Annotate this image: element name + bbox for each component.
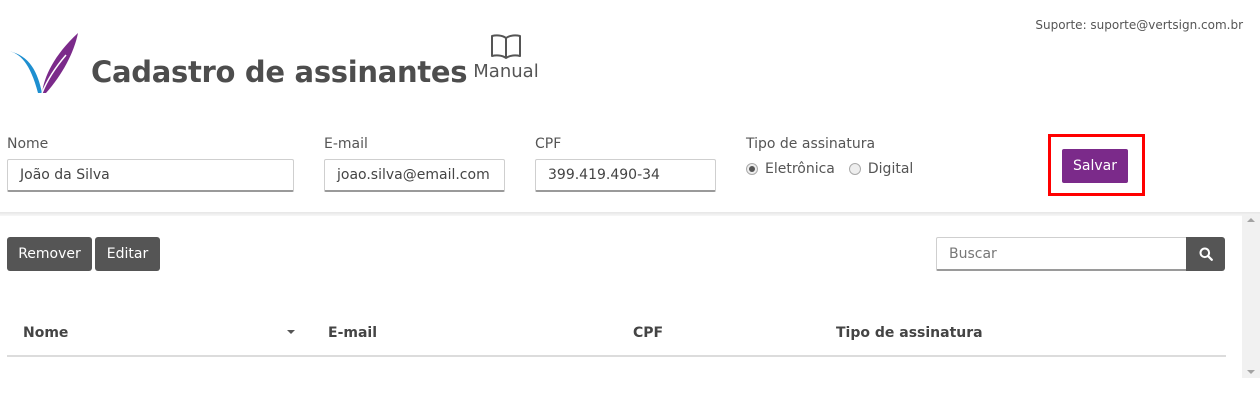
save-button[interactable]: Salvar bbox=[1062, 149, 1128, 183]
remove-button[interactable]: Remover bbox=[7, 237, 92, 271]
radio-checked-icon[interactable] bbox=[746, 163, 758, 175]
column-header-name[interactable]: Nome bbox=[23, 325, 68, 341]
search-input[interactable]: Buscar bbox=[936, 237, 1187, 271]
edit-button[interactable]: Editar bbox=[95, 237, 160, 271]
cpf-input[interactable]: 399.419.490-34 bbox=[535, 159, 716, 192]
scroll-down-icon[interactable] bbox=[1247, 370, 1255, 374]
signature-type-label: Tipo de assinatura bbox=[746, 136, 876, 152]
name-input[interactable]: João da Silva bbox=[7, 159, 294, 192]
signature-type-radio-group: Eletrônica Digital bbox=[746, 161, 927, 177]
radio-label-eletronica: Eletrônica bbox=[765, 161, 835, 177]
radio-option-eletronica[interactable]: Eletrônica bbox=[746, 161, 835, 177]
name-label: Nome bbox=[7, 136, 49, 152]
column-header-signature-type[interactable]: Tipo de assinatura bbox=[836, 325, 983, 341]
page-title: Cadastro de assinantes bbox=[91, 55, 468, 89]
vertsign-logo bbox=[8, 33, 80, 95]
sort-desc-icon[interactable] bbox=[287, 330, 295, 334]
column-header-cpf[interactable]: CPF bbox=[633, 325, 663, 341]
scroll-up-icon[interactable] bbox=[1247, 218, 1255, 222]
manual-link[interactable]: Manual bbox=[470, 33, 542, 82]
radio-label-digital: Digital bbox=[867, 161, 914, 177]
search-button[interactable] bbox=[1186, 237, 1225, 271]
table-header-divider bbox=[7, 355, 1226, 357]
email-input[interactable]: joao.silva@email.com bbox=[324, 159, 505, 192]
cpf-label: CPF bbox=[535, 136, 562, 152]
column-header-email[interactable]: E-mail bbox=[328, 325, 377, 341]
radio-unchecked-icon[interactable] bbox=[848, 163, 861, 175]
section-divider bbox=[0, 212, 1260, 216]
logo-icon bbox=[8, 33, 78, 94]
search-icon bbox=[1199, 247, 1213, 261]
scrollbar[interactable] bbox=[1242, 214, 1260, 378]
support-text: Suporte: suporte@vertsign.com.br bbox=[1035, 18, 1243, 32]
email-label: E-mail bbox=[324, 136, 368, 152]
manual-label: Manual bbox=[473, 61, 539, 82]
book-icon bbox=[491, 34, 521, 59]
radio-option-digital[interactable]: Digital bbox=[848, 161, 914, 177]
